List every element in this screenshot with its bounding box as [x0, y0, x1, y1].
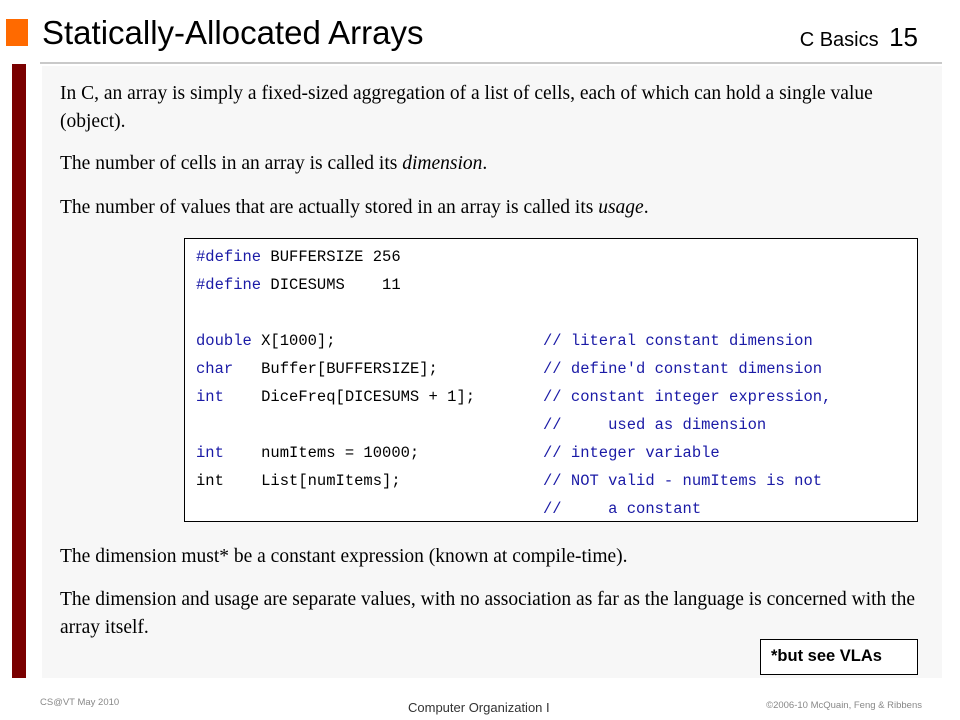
code-keyword: int — [196, 388, 224, 406]
footer-copyright: ©2006-10 McQuain, Feng & Ribbens — [766, 700, 922, 711]
term-usage: usage — [598, 197, 644, 218]
code-line: int List[numItems]; — [196, 467, 401, 495]
vla-note-box: *but see VLAs — [760, 639, 918, 675]
code-text: X[1000]; — [251, 332, 336, 350]
code-text: numItems = 10000; — [223, 444, 420, 462]
title-accent-square — [6, 19, 28, 46]
code-comment: // constant integer expression, — [543, 388, 832, 406]
code-line: #define DICESUMS 11 — [196, 271, 401, 299]
paragraph-dimension-usage-separate: The dimension and usage are separate val… — [60, 589, 915, 638]
paragraph-usage: The number of values that are actually s… — [60, 194, 926, 222]
code-comment: // literal constant dimension — [543, 332, 813, 350]
title-divider — [40, 62, 942, 64]
code-line: char Buffer[BUFFERSIZE]; — [196, 355, 438, 383]
code-text: Buffer[BUFFERSIZE]; — [233, 360, 438, 378]
paragraph-dimension: The number of cells in an array is calle… — [60, 150, 926, 178]
text: . — [643, 197, 649, 218]
code-comment: // define'd constant dimension — [543, 360, 823, 378]
slide-header-right: C Basics 15 — [800, 22, 918, 53]
code-comment: // a constant — [543, 500, 702, 518]
code-text: int List[numItems]; — [196, 472, 401, 490]
course-label: C Basics — [799, 29, 879, 51]
paragraph-array-definition: In C, an array is simply a fixed-sized a… — [60, 83, 873, 132]
code-line: int DiceFreq[DICESUMS + 1]; — [196, 383, 475, 411]
code-keyword: #define — [196, 248, 262, 266]
text: The number of values that are actually s… — [60, 197, 599, 218]
code-keyword: int — [196, 444, 224, 462]
code-keyword: double — [196, 332, 252, 350]
code-text: BUFFERSIZE 256 — [261, 248, 401, 266]
left-accent-bar — [12, 64, 26, 678]
code-line: int numItems = 10000; — [196, 439, 419, 467]
footer-course: Computer Organization I — [408, 700, 550, 715]
code-line: #define BUFFERSIZE 256 — [196, 243, 401, 271]
code-comment: // integer variable — [543, 444, 720, 462]
paragraph-constant-expression: The dimension must* be a constant expres… — [60, 546, 628, 567]
code-keyword: #define — [196, 276, 262, 294]
slide-title: Statically-Allocated Arrays — [42, 14, 424, 51]
slide-number: 15 — [889, 22, 918, 52]
code-line: double X[1000]; — [196, 327, 336, 355]
code-keyword: char — [196, 360, 234, 378]
term-dimension: dimension — [402, 153, 483, 174]
code-text: DICESUMS 11 — [261, 276, 401, 294]
footer-date: CS@VT May 2010 — [40, 697, 120, 708]
code-text: DiceFreq[DICESUMS + 1]; — [223, 388, 476, 406]
text: . — [482, 153, 488, 174]
code-comment: // NOT valid - numItems is not — [543, 472, 823, 490]
code-comment: // used as dimension — [543, 416, 767, 434]
text: The number of cells in an array is calle… — [60, 153, 403, 174]
